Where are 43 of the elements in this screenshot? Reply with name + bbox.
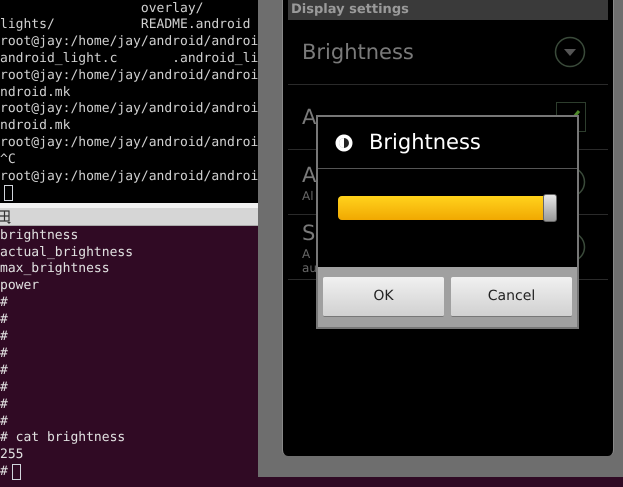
- terminal-cursor: [12, 464, 21, 480]
- terminal-line: #: [0, 362, 8, 380]
- setting-title[interactable]: S: [302, 219, 317, 247]
- terminal-line: actual_brightness: [0, 244, 134, 262]
- terminal-line: #: [0, 328, 8, 346]
- terminal-line: ndroid.mk: [0, 84, 70, 102]
- terminal-line: max_brightness: [0, 260, 110, 278]
- terminal-line: root@jay:/home/jay/android/androi: [0, 100, 258, 118]
- terminal-line: #: [0, 463, 8, 482]
- dialog-button[interactable]: OK: [323, 277, 444, 317]
- terminal-line: ^C: [0, 150, 16, 169]
- setting-title[interactable]: A: [302, 161, 316, 189]
- terminal-line: # cat brightness: [0, 429, 126, 448]
- terminal-line: root@jay:/home/jay/android/androi: [0, 33, 258, 52]
- brightness-icon: [335, 134, 353, 152]
- terminal-line: ndroid.mk: [0, 117, 70, 136]
- terminal-line: #: [0, 378, 8, 397]
- terminal-line: power: [0, 277, 40, 296]
- terminal-line: #: [0, 294, 8, 312]
- dialog-title: Brightness: [369, 128, 481, 156]
- setting-title[interactable]: A: [302, 103, 316, 131]
- terminal-line: #: [0, 311, 8, 330]
- slider-thumb[interactable]: [543, 194, 557, 222]
- brightness-slider[interactable]: [338, 196, 557, 220]
- terminal-line: 255: [0, 446, 24, 464]
- setting-summary: A: [302, 247, 312, 261]
- screen-header: Display settings: [291, 1, 409, 20]
- setting-summary: au: [302, 261, 317, 275]
- terminal-line: root@jay:/home/jay/android/androi: [0, 66, 258, 85]
- terminal-line: #: [0, 396, 8, 414]
- setting-title[interactable]: Brightness: [302, 38, 414, 66]
- dialog-button[interactable]: Cancel: [451, 277, 572, 317]
- terminal-line: #: [0, 412, 8, 430]
- terminal-line: root@jay:/home/jay/android/androi: [0, 134, 258, 152]
- terminal-line: android_light.c .android_li: [0, 50, 258, 68]
- terminal-line: #: [0, 344, 8, 363]
- terminal-line: root@jay:/home/jay/android/androi: [0, 168, 258, 186]
- terminal-cursor: [4, 185, 13, 202]
- terminal-line: lights/ README.android: [0, 16, 250, 34]
- grid-menu-icon[interactable]: [0, 210, 12, 224]
- setting-summary: Al: [302, 189, 315, 203]
- terminal-line: brightness: [0, 226, 78, 245]
- terminal-line: overlay/: [140, 0, 204, 18]
